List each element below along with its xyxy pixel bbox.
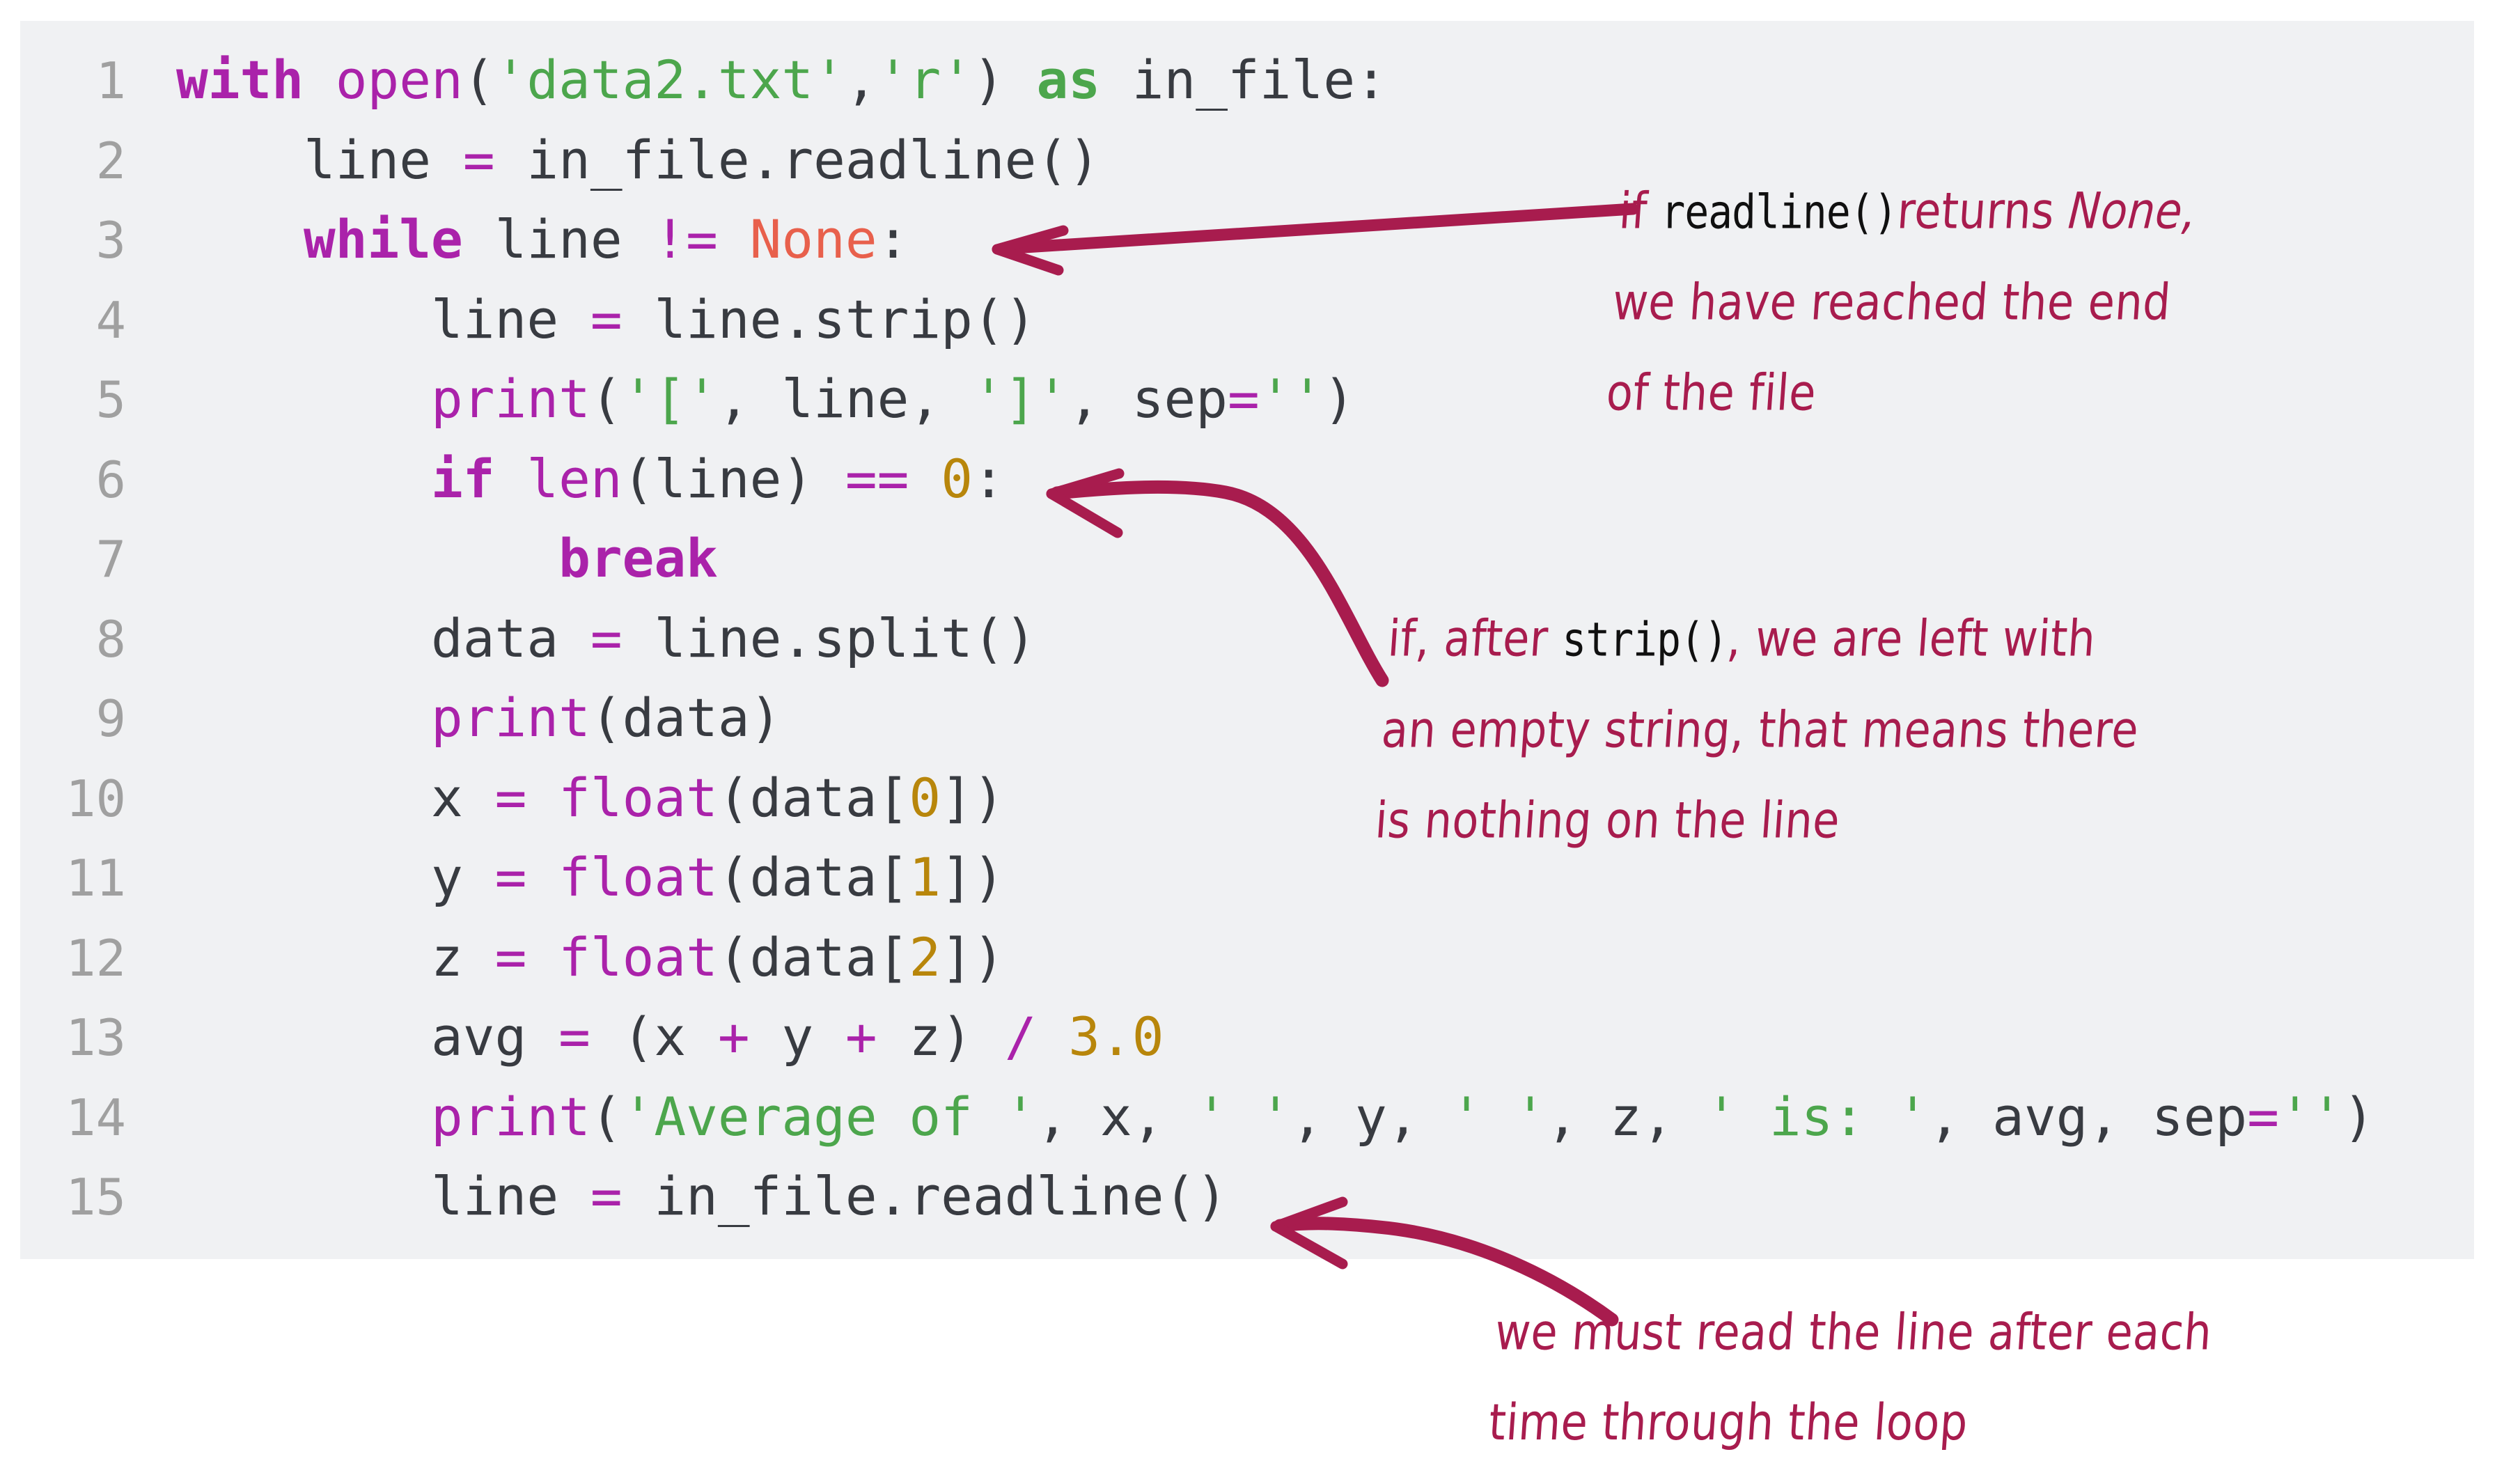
annotation-code-token: readline() bbox=[1661, 184, 1898, 240]
line-number: 11 bbox=[65, 849, 126, 907]
annotation-line: we must read the line after each bbox=[1493, 1302, 2214, 1361]
code-line: 6 if len(line) == 0: bbox=[20, 439, 2474, 520]
code-line-content: avg = (x + y + z) / 3.0 bbox=[176, 1006, 1164, 1068]
annotation-line: of the file bbox=[1604, 363, 1819, 422]
annotation-line: we have reached the end bbox=[1611, 272, 2173, 331]
line-number: 2 bbox=[95, 131, 126, 190]
line-number: 6 bbox=[95, 450, 126, 509]
line-number: 10 bbox=[65, 769, 126, 828]
code-line-content: z = float(data[2]) bbox=[176, 926, 1005, 988]
annotation-text: , we are left with bbox=[1725, 609, 2098, 668]
annotation-line: is nothing on the line bbox=[1373, 790, 1842, 850]
line-number: 1 bbox=[95, 52, 126, 110]
line-number: 13 bbox=[65, 1008, 126, 1067]
line-number: 5 bbox=[95, 370, 126, 429]
line-number: 7 bbox=[95, 530, 126, 588]
annotation-readline-none: if readline()returns None, we have reach… bbox=[1604, 166, 2200, 438]
code-line-content: data = line.split() bbox=[176, 607, 1037, 669]
code-line-content: x = float(data[0]) bbox=[176, 766, 1005, 829]
line-number: 9 bbox=[95, 689, 126, 748]
annotation-read-each-loop: we must read the line after each time th… bbox=[1486, 1287, 2215, 1468]
code-line-content: line = line.strip() bbox=[176, 288, 1037, 350]
code-line-content: line = in_file.readline() bbox=[176, 1165, 1228, 1227]
code-line: 1 with open('data2.txt','r') as in_file: bbox=[20, 40, 2474, 120]
annotation-line: if, after strip(), we are left with bbox=[1385, 593, 2148, 685]
annotation-text: if, after bbox=[1386, 609, 1565, 668]
code-line: 12 z = float(data[2]) bbox=[20, 918, 2474, 998]
annotation-emphasis: None, bbox=[2066, 181, 2199, 240]
code-line-content: break bbox=[558, 527, 718, 589]
line-number: 8 bbox=[95, 609, 126, 669]
code-line: 7 break bbox=[20, 519, 2474, 599]
line-number: 15 bbox=[65, 1168, 126, 1226]
annotation-code-token: strip() bbox=[1561, 611, 1728, 667]
annotation-line: time through the loop bbox=[1487, 1392, 1970, 1452]
annotation-strip-empty: if, after strip(), we are left with an e… bbox=[1372, 593, 2148, 866]
code-line: 13 avg = (x + y + z) / 3.0 bbox=[20, 997, 2474, 1077]
annotation-line: if readline()returns None, bbox=[1616, 166, 2200, 257]
code-line-content: if len(line) == 0: bbox=[431, 447, 1005, 510]
code-line-content: line = in_file.readline() bbox=[176, 128, 1100, 191]
code-line-content: y = float(data[1]) bbox=[176, 846, 1005, 908]
code-line: 14 print('Average of ', x, ' ', y, ' ', … bbox=[20, 1077, 2474, 1157]
annotation-text: returns bbox=[1895, 181, 2071, 240]
line-number: 14 bbox=[65, 1088, 126, 1147]
code-line-content: with open('data2.txt','r') as in_file: bbox=[176, 49, 1387, 111]
code-line-content: print('[', line, ']', sep='') bbox=[431, 368, 1356, 430]
annotation-text: if bbox=[1617, 181, 1664, 240]
line-number: 3 bbox=[95, 211, 126, 270]
code-line-content: print(data) bbox=[431, 687, 782, 749]
code-line-content: while line != None: bbox=[304, 208, 909, 270]
code-line: 15 line = in_file.readline() bbox=[20, 1157, 2474, 1237]
line-number: 4 bbox=[95, 290, 126, 350]
annotation-line: an empty string, that means there bbox=[1379, 700, 2141, 759]
code-line-content: print('Average of ', x, ' ', y, ' ', z, … bbox=[431, 1085, 2375, 1148]
line-number: 12 bbox=[65, 928, 126, 987]
